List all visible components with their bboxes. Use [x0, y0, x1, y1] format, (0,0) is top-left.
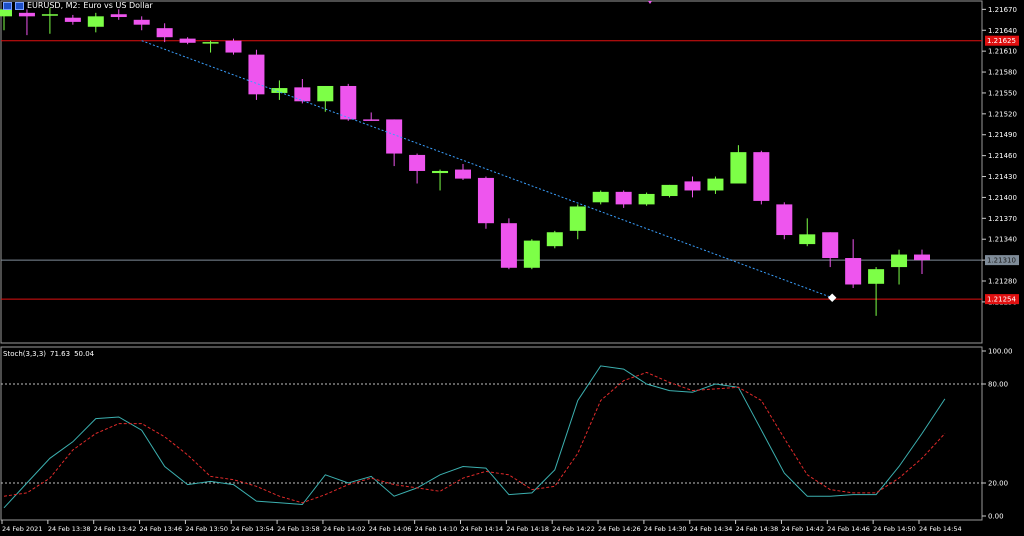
time-tick-label: 24 Feb 14:42 [781, 525, 824, 533]
chart-canvas[interactable]: 1.21670 1.21640 1.21610 1.21580 1.21550 1.215… [0, 0, 1024, 536]
time-tick-label: 24 Feb 14:14 [461, 525, 504, 533]
candle-bear [845, 258, 862, 285]
candle-bull [569, 206, 586, 231]
time-tick-label: 24 Feb 14:06 [369, 525, 412, 533]
time-tick-label: 24 Feb 13:50 [185, 525, 228, 533]
stoch-tick-label: 20.00 [988, 480, 1008, 488]
price-tick-label: 1.21430 [988, 173, 1017, 181]
candle-bull [0, 9, 12, 17]
candle-bull [592, 191, 609, 203]
time-tick-label: 24 Feb 14:38 [736, 525, 779, 533]
candle-bear [753, 152, 770, 201]
candle-bear [500, 223, 517, 268]
time-tick-label: 24 Feb 14:54 [919, 525, 962, 533]
candle-bear [340, 85, 357, 120]
candle-bull [523, 240, 540, 268]
candle-bear [18, 12, 35, 17]
time-tick-label: 24 Feb 14:26 [598, 525, 641, 533]
candle-bear [409, 154, 426, 171]
time-tick-label: 24 Feb 13:42 [94, 525, 137, 533]
candle-bear [822, 232, 839, 259]
candle-bull [730, 152, 747, 184]
candle-bear [386, 119, 403, 154]
price-tick-label: 1.21610 [988, 48, 1017, 56]
indicator-signal-value: 50.04 [74, 350, 95, 358]
price-tick-label: 1.21580 [988, 69, 1017, 77]
time-tick-label: 24 Feb 14:22 [552, 525, 595, 533]
chart-window-icon [3, 1, 12, 10]
price-tick-label: 1.21550 [988, 89, 1017, 97]
time-tick-label: 24 Feb 14:34 [690, 525, 733, 533]
price-tag-label: 1.21310 [987, 257, 1016, 265]
chart-header: EURUSD, M2: Euro vs US Dollar [3, 1, 153, 10]
stoch-tick-label: 0.00 [988, 513, 1004, 521]
indicator-main-value: 71.63 [50, 350, 71, 358]
candle-bull [661, 184, 678, 197]
time-tick-label: 24 Feb 2021 [2, 525, 42, 533]
price-tag-label: 1.21254 [987, 296, 1016, 304]
price-tick-label: 1.21280 [988, 278, 1017, 286]
candle-bull [546, 232, 563, 247]
candle-bear [363, 119, 380, 121]
price-tick-label: 1.21640 [988, 27, 1017, 35]
candle-bear [156, 28, 173, 38]
time-tick-label: 24 Feb 14:46 [827, 525, 870, 533]
candle-bear [294, 87, 311, 102]
candle-bear [776, 204, 793, 236]
candle-bull [432, 170, 449, 174]
price-tick-label: 1.21400 [988, 194, 1017, 202]
candle-bull [271, 88, 288, 93]
candle-bear [684, 181, 701, 191]
candle-bear [225, 40, 242, 53]
main-chart-frame [0, 0, 983, 344]
time-tick-label: 24 Feb 14:10 [415, 525, 458, 533]
stoch-chart-frame [0, 346, 983, 521]
time-tick-label: 24 Feb 14:50 [873, 525, 916, 533]
trend-line[interactable] [141, 40, 833, 299]
time-tick-label: 24 Feb 13:54 [231, 525, 274, 533]
time-tick-label: 24 Feb 13:38 [48, 525, 91, 533]
candle-bear [615, 191, 632, 205]
candle-bear [248, 54, 265, 95]
price-tag-label: 1.21625 [987, 37, 1016, 45]
time-tick-label: 24 Feb 14:30 [644, 525, 687, 533]
candle-bull [707, 178, 724, 191]
candle-bull [799, 234, 816, 245]
flag-icon [15, 1, 24, 10]
price-tick-label: 1.21460 [988, 152, 1017, 160]
candle-bear [64, 17, 81, 22]
stoch-tick-label: 100.00 [988, 348, 1013, 356]
candle-bear [455, 169, 471, 179]
candle-bear [110, 14, 127, 18]
time-tick-label: 24 Feb 14:18 [506, 525, 549, 533]
price-tick-label: 1.21340 [988, 236, 1017, 244]
candle-bull [317, 85, 334, 102]
candle-bull [202, 42, 219, 44]
time-tick-label: 24 Feb 14:02 [323, 525, 366, 533]
time-tick-label: 24 Feb 13:58 [277, 525, 320, 533]
price-tick-label: 1.21670 [988, 6, 1017, 14]
candle-bull [891, 254, 908, 268]
candle-bull [868, 269, 885, 284]
indicator-header: Stoch(3,3,3) 71.63 50.04 [3, 350, 98, 358]
candle-bear [914, 254, 930, 261]
candle-bear [179, 38, 196, 43]
time-tick-label: 24 Feb 13:46 [140, 525, 183, 533]
chart-symbol: EURUSD, M2: [27, 1, 81, 10]
chart-description: Euro vs US Dollar [83, 1, 153, 10]
stoch-main-line [3, 365, 946, 509]
price-tick-label: 1.21490 [988, 131, 1017, 139]
price-tick-label: 1.21520 [988, 110, 1017, 118]
stoch-tick-label: 80.00 [988, 381, 1008, 389]
indicator-name: Stoch(3,3,3) [3, 350, 47, 358]
period-separator-marker [648, 1, 652, 4]
trend-line-anchor-handle[interactable] [827, 293, 837, 302]
candle-bull [87, 16, 104, 27]
candle-bull [638, 193, 655, 205]
candle-bear [477, 177, 494, 224]
candle-bear [133, 19, 150, 25]
price-tick-label: 1.21370 [988, 215, 1017, 223]
candle-bull [41, 14, 58, 16]
